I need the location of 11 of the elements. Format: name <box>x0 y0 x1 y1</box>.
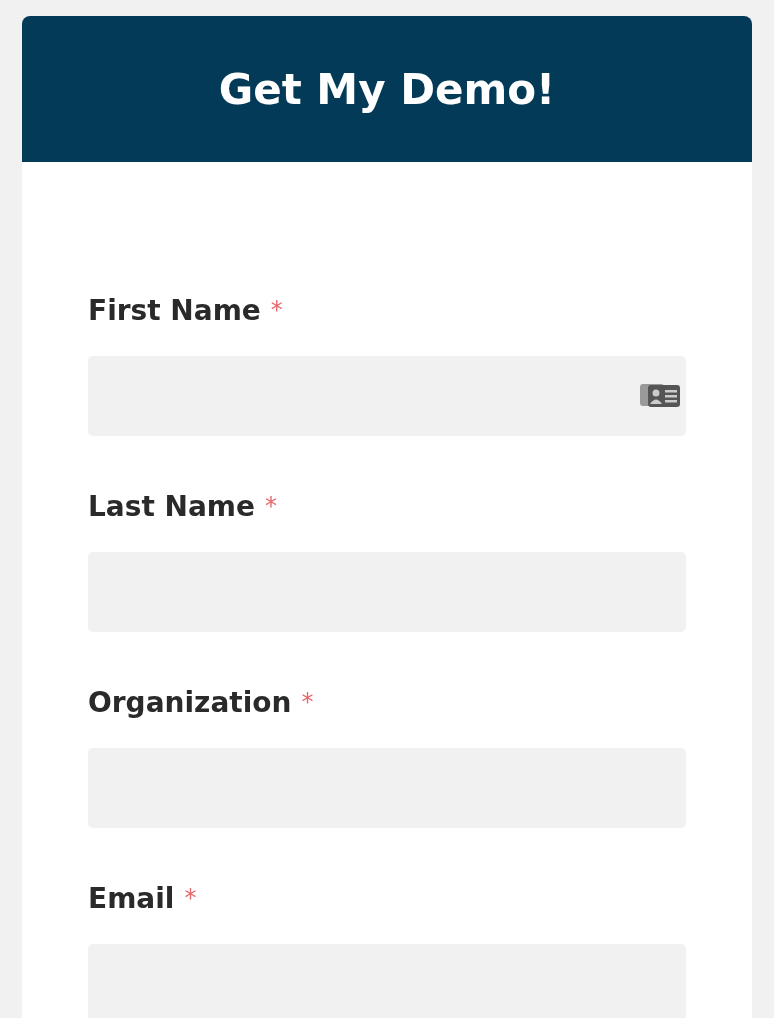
field-label: Email <box>88 881 175 915</box>
field-label: Last Name <box>88 489 256 523</box>
required-mark: * <box>184 884 197 912</box>
required-mark: * <box>301 688 314 716</box>
field-label: First Name <box>88 293 261 327</box>
field-label: Organization <box>88 685 292 719</box>
input-field[interactable] <box>88 356 686 436</box>
contact-card-icon[interactable] <box>640 383 682 409</box>
required-mark: * <box>265 492 278 520</box>
required-mark: * <box>270 296 283 324</box>
form-title: Get My Demo! <box>218 64 556 114</box>
